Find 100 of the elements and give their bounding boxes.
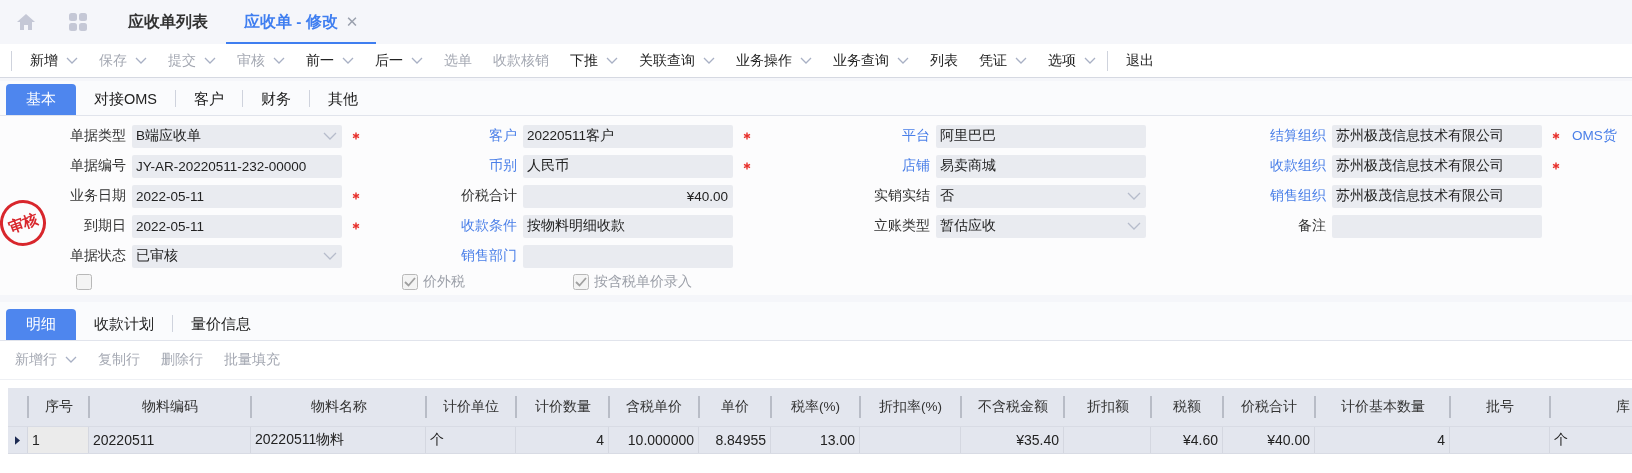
field-link-label[interactable]: 店铺 — [902, 158, 930, 173]
toolbar-button[interactable]: 列表 — [918, 46, 967, 75]
input-field[interactable]: 人民币 — [523, 154, 733, 178]
chevron-down-icon[interactable] — [1015, 56, 1027, 65]
field-label: 单据类型 — [70, 128, 126, 143]
column-header[interactable]: 序号 — [27, 396, 88, 418]
column-header[interactable]: 税额 — [1150, 396, 1222, 418]
toolbar-button[interactable]: 下推 — [558, 46, 627, 75]
checkbox[interactable] — [76, 274, 92, 290]
table-cell: ¥35.40 — [1016, 432, 1059, 448]
column-header[interactable]: 计价单位 — [425, 396, 515, 418]
input-field[interactable]: 2022-05-11 — [132, 184, 342, 208]
form-tab[interactable]: 基本 — [6, 84, 76, 115]
form-tab[interactable]: 其他 — [310, 84, 377, 115]
detail-tab[interactable]: 明细 — [6, 309, 76, 340]
toolbar-button[interactable]: 业务操作 — [724, 46, 821, 75]
field-link-label[interactable]: 销售组织 — [1270, 188, 1326, 203]
table-cell: 4 — [596, 432, 604, 448]
chevron-down-icon[interactable] — [411, 56, 423, 65]
dropdown-field[interactable]: 否 — [936, 184, 1146, 208]
form-tab[interactable]: 对接OMS — [76, 84, 176, 115]
table-cell: 个 — [1554, 431, 1568, 449]
checkbox-label: 价外税 — [423, 273, 465, 291]
table-cell: 4 — [1437, 432, 1445, 448]
checkbox-label: 按含税单价录入 — [594, 273, 692, 291]
field-link-label[interactable]: 平台 — [902, 128, 930, 143]
field-link-label[interactable]: 收款组织 — [1270, 158, 1326, 173]
table-cell: ¥40.00 — [1267, 432, 1310, 448]
column-header[interactable]: 计价数量 — [515, 396, 608, 418]
toolbar-button[interactable]: 业务查询 — [821, 46, 918, 75]
chevron-down-icon[interactable] — [1127, 192, 1141, 200]
toolbar-button[interactable]: 前一 — [294, 46, 363, 75]
table-cell: 个 — [430, 431, 444, 449]
home-icon[interactable] — [16, 12, 36, 32]
field-link-label[interactable]: 销售部门 — [461, 248, 517, 263]
column-header[interactable]: 不含税金额 — [960, 396, 1063, 418]
toolbar-button[interactable]: 选项 — [1036, 46, 1105, 75]
input-field[interactable]: 苏州极茂信息技术有限公司 — [1332, 184, 1542, 208]
field-label: 价税合计 — [461, 188, 517, 203]
chevron-down-icon[interactable] — [1084, 56, 1096, 65]
field-link-label[interactable]: 客户 — [489, 128, 517, 143]
chevron-down-icon[interactable] — [800, 56, 812, 65]
column-header[interactable]: 物料编码 — [88, 396, 250, 418]
chevron-down-icon[interactable] — [606, 56, 618, 65]
column-header[interactable]: 价税合计 — [1222, 396, 1314, 418]
table-cell: 13.00 — [819, 432, 855, 448]
toolbar-button[interactable]: 新增 — [18, 46, 87, 75]
input-field[interactable]: 苏州极茂信息技术有限公司 — [1332, 124, 1542, 148]
toolbar-button[interactable]: 关联查询 — [627, 46, 724, 75]
dropdown-field[interactable]: 已审核 — [132, 244, 342, 268]
input-field[interactable]: 阿里巴巴 — [936, 124, 1146, 148]
chevron-down-icon[interactable] — [323, 132, 337, 140]
input-field[interactable]: 20220511客户 — [523, 124, 733, 148]
input-field[interactable]: 苏州极茂信息技术有限公司 — [1332, 154, 1542, 178]
field-link-label[interactable]: 币别 — [489, 158, 517, 173]
column-header[interactable]: 库 — [1549, 396, 1632, 418]
column-header[interactable]: 单价 — [698, 396, 770, 418]
input-field[interactable]: 易卖商城 — [936, 154, 1146, 178]
field-label: 立账类型 — [874, 218, 930, 233]
chevron-down-icon[interactable] — [66, 56, 78, 65]
input-field[interactable]: JY-AR-20220511-232-00000 — [132, 154, 342, 178]
field-label: 单据状态 — [70, 248, 126, 263]
form-tab[interactable]: 客户 — [176, 84, 243, 115]
form-tab[interactable]: 财务 — [243, 84, 310, 115]
chevron-down-icon[interactable] — [897, 56, 909, 65]
column-header[interactable]: 含税单价 — [608, 396, 698, 418]
toolbar-button[interactable]: 凭证 — [967, 46, 1036, 75]
field-label: 备注 — [1298, 218, 1326, 233]
toolbar-button[interactable]: 后一 — [363, 46, 432, 75]
chevron-down-icon[interactable] — [342, 56, 354, 65]
input-field[interactable]: 2022-05-11 — [132, 214, 342, 238]
table-cell: 20220511 — [93, 432, 155, 448]
detail-tab[interactable]: 收款计划 — [76, 309, 172, 340]
field-link-label[interactable]: OMS货 — [1572, 128, 1617, 143]
table-cell: 10.000000 — [627, 432, 694, 448]
column-header[interactable]: 计价基本数量 — [1314, 396, 1449, 418]
checkbox[interactable] — [573, 274, 589, 290]
dropdown-field[interactable]: B端应收单 — [132, 124, 342, 148]
toolbar-button[interactable]: 退出 — [1114, 46, 1163, 75]
chevron-down-icon[interactable] — [1127, 222, 1141, 230]
input-field[interactable]: 按物料明细收款 — [523, 214, 733, 238]
chevron-down-icon[interactable] — [703, 56, 715, 65]
checkbox[interactable] — [402, 274, 418, 290]
column-header[interactable]: 批号 — [1449, 396, 1549, 418]
column-header[interactable]: 税率(%) — [770, 396, 859, 418]
field-label: 到期日 — [84, 218, 126, 233]
page-tab[interactable]: 应收单列表 — [110, 0, 226, 44]
detail-tab[interactable]: 量价信息 — [173, 309, 269, 340]
input-field[interactable]: ¥40.00 — [523, 184, 733, 208]
dropdown-field[interactable]: 暂估应收 — [936, 214, 1146, 238]
field-link-label[interactable]: 收款条件 — [461, 218, 517, 233]
column-header[interactable]: 折扣率(%) — [859, 396, 960, 418]
chevron-down-icon[interactable] — [323, 252, 337, 260]
table-cell: 1 — [32, 432, 40, 448]
apps-grid-icon[interactable] — [68, 12, 88, 32]
column-header[interactable]: 折扣额 — [1063, 396, 1150, 418]
field-link-label[interactable]: 结算组织 — [1270, 128, 1326, 143]
table-cell: 20220511物料 — [255, 431, 345, 449]
table-cell: 8.84955 — [715, 432, 766, 448]
column-header[interactable]: 物料名称 — [250, 396, 425, 418]
